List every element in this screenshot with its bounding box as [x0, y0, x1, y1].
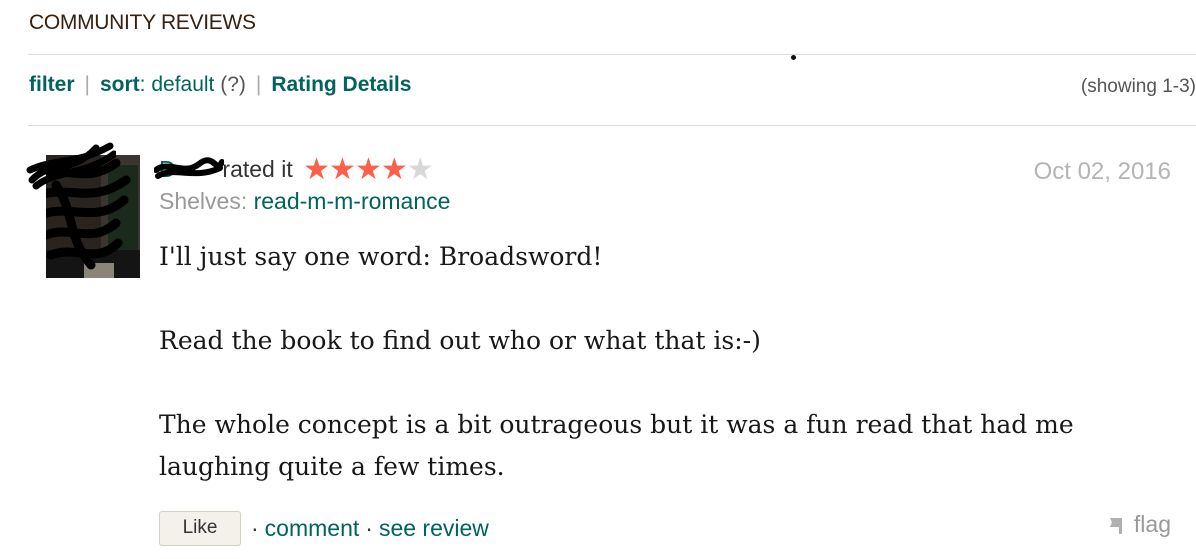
- controls-divider: [28, 125, 1196, 126]
- section-title: COMMUNITY REVIEWS: [29, 11, 256, 34]
- review-header: D rated it ★★★★★: [154, 152, 434, 187]
- star-filled-icon: ★: [380, 152, 408, 187]
- review-actions: Like · comment · see review: [159, 510, 489, 546]
- review-paragraph: The whole concept is a bit outrageous bu…: [159, 410, 1074, 481]
- flag-link[interactable]: flag: [1108, 511, 1171, 538]
- separator: |: [84, 73, 90, 96]
- review-text: I'll just say one word: Broadsword! Read…: [159, 236, 1159, 488]
- star-empty-icon: ★: [406, 152, 434, 187]
- shelves-label: Shelves:: [159, 188, 248, 214]
- comment-link[interactable]: comment: [265, 515, 360, 542]
- sort-value[interactable]: : default: [140, 73, 215, 96]
- rated-text: rated it: [222, 156, 293, 182]
- showing-count: (showing 1-3): [1080, 76, 1196, 97]
- filter-link[interactable]: filter: [29, 73, 75, 96]
- separator-dot: ·: [251, 514, 259, 541]
- review-paragraph: Read the book to find out who or what th…: [159, 326, 761, 355]
- redaction-scribble: [26, 142, 116, 190]
- reviewer-name-redaction: [154, 157, 225, 180]
- like-button[interactable]: Like: [159, 510, 241, 546]
- star-filled-icon: ★: [329, 152, 356, 187]
- sort-link[interactable]: sort: [100, 73, 140, 96]
- separator-dot: ·: [365, 514, 373, 541]
- rating-details-link[interactable]: Rating Details: [271, 73, 411, 96]
- review-controls: filter | sort: default (?) | Rating Details: [29, 73, 411, 97]
- review-paragraph: I'll just say one word: Broadsword!: [159, 242, 603, 271]
- flag-label: flag: [1133, 511, 1171, 537]
- star-filled-icon: ★: [303, 152, 330, 187]
- shelf-link[interactable]: read-m-m-romance: [254, 188, 451, 214]
- header-divider: [28, 54, 1196, 55]
- review-date[interactable]: Oct 02, 2016: [1034, 158, 1171, 186]
- star-rating: ★★★★★: [303, 152, 434, 187]
- separator: |: [255, 73, 262, 96]
- flag-icon: [1109, 517, 1122, 534]
- see-review-link[interactable]: see review: [379, 515, 489, 542]
- shelves: Shelves: read-m-m-romance: [159, 188, 450, 215]
- sort-help-link[interactable]: (?): [220, 73, 246, 96]
- stray-dot: [791, 55, 796, 60]
- star-filled-icon: ★: [354, 152, 382, 187]
